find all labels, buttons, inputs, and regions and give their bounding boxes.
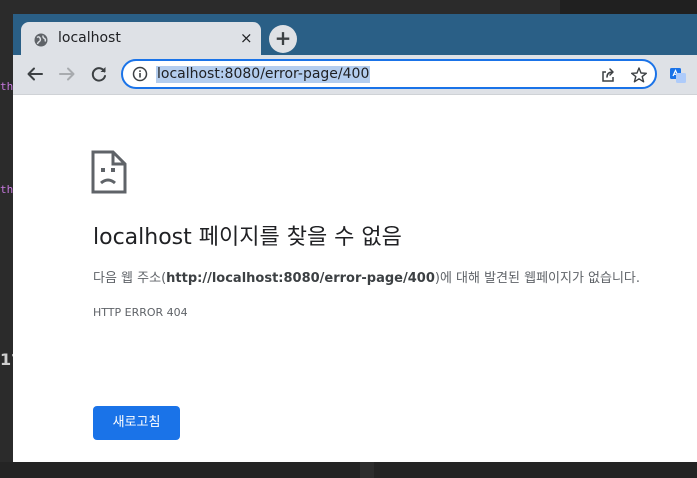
info-icon[interactable]: [132, 66, 148, 82]
browser-window: localhost × + localhost:8080/error-page/…: [13, 14, 697, 462]
error-code: HTTP ERROR 404: [93, 306, 188, 319]
tab-localhost[interactable]: localhost ×: [21, 22, 261, 55]
editor-divider: [360, 462, 374, 478]
description-prefix: 다음 웹 주소(: [93, 271, 167, 286]
editor-background-bottom: [0, 462, 697, 478]
star-icon[interactable]: [630, 66, 648, 84]
tab-title: localhost: [58, 30, 121, 46]
error-description: 다음 웹 주소(http://localhost:8080/error-page…: [93, 267, 640, 286]
browser-toolbar: localhost:8080/error-page/400: [13, 55, 697, 95]
forward-arrow-icon[interactable]: [54, 61, 80, 87]
description-url: http://localhost:8080/error-page/400: [166, 271, 435, 286]
globe-icon: [34, 32, 48, 47]
code-fragment: th: [0, 183, 14, 196]
close-icon[interactable]: ×: [240, 29, 253, 47]
code-fragment: th: [0, 80, 14, 93]
reload-button[interactable]: 새로고침: [93, 406, 180, 440]
address-bar[interactable]: localhost:8080/error-page/400: [121, 59, 657, 89]
description-suffix: )에 대해 발견된 웹페이지가 없습니다.: [434, 271, 641, 286]
url-text[interactable]: localhost:8080/error-page/400: [156, 66, 371, 83]
translate-icon[interactable]: [669, 66, 687, 84]
editor-background-left: th th 1?: [0, 0, 20, 478]
share-icon[interactable]: [599, 66, 617, 84]
back-arrow-icon[interactable]: [22, 61, 48, 87]
error-headline: localhost 페이지를 찾을 수 없음: [93, 225, 402, 250]
tab-strip: localhost × +: [13, 14, 697, 55]
plus-icon[interactable]: +: [269, 25, 297, 53]
sad-document-icon: [91, 150, 127, 194]
error-page: localhost 페이지를 찾을 수 없음 다음 웹 주소(http://lo…: [13, 95, 697, 462]
reload-icon[interactable]: [86, 61, 112, 87]
